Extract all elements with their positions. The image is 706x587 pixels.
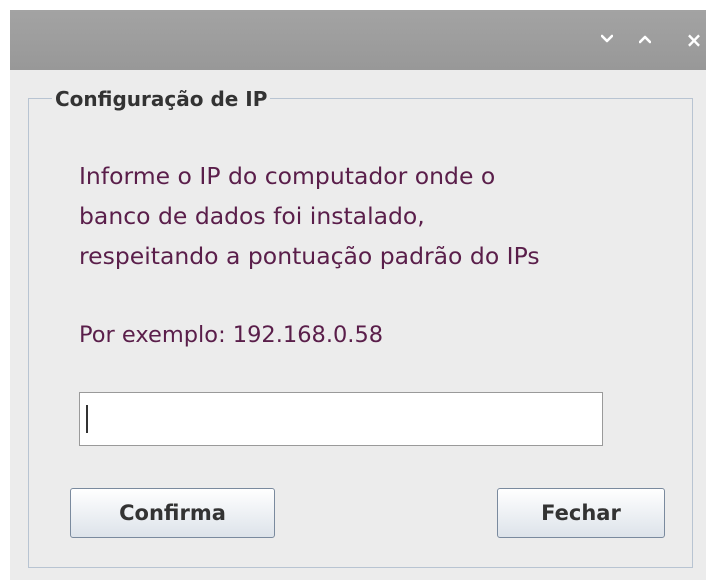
close-window-button[interactable]: ×	[682, 28, 706, 52]
instructions-line-2: banco de dados foi instalado,	[79, 202, 425, 230]
close-button[interactable]: Fechar	[497, 488, 665, 538]
close-icon: ×	[685, 28, 703, 52]
chevron-down-icon	[601, 34, 613, 43]
instructions-line-1: Informe o IP do computador onde o	[79, 162, 496, 190]
confirm-button[interactable]: Confirma	[70, 488, 275, 538]
minimize-button[interactable]	[595, 28, 619, 52]
text-caret	[86, 405, 88, 433]
chevron-up-icon	[639, 35, 651, 44]
ip-input[interactable]	[79, 392, 603, 446]
title-bar[interactable]: ×	[10, 10, 706, 70]
group-title: Configuração de IP	[52, 86, 271, 112]
instructions-text: Informe o IP do computador onde o banco …	[79, 156, 679, 276]
maximize-button[interactable]	[633, 28, 657, 52]
instructions-line-3: respeitando a pontuação padrão do IPs	[79, 242, 540, 270]
example-text: Por exemplo: 192.168.0.58	[79, 322, 384, 348]
